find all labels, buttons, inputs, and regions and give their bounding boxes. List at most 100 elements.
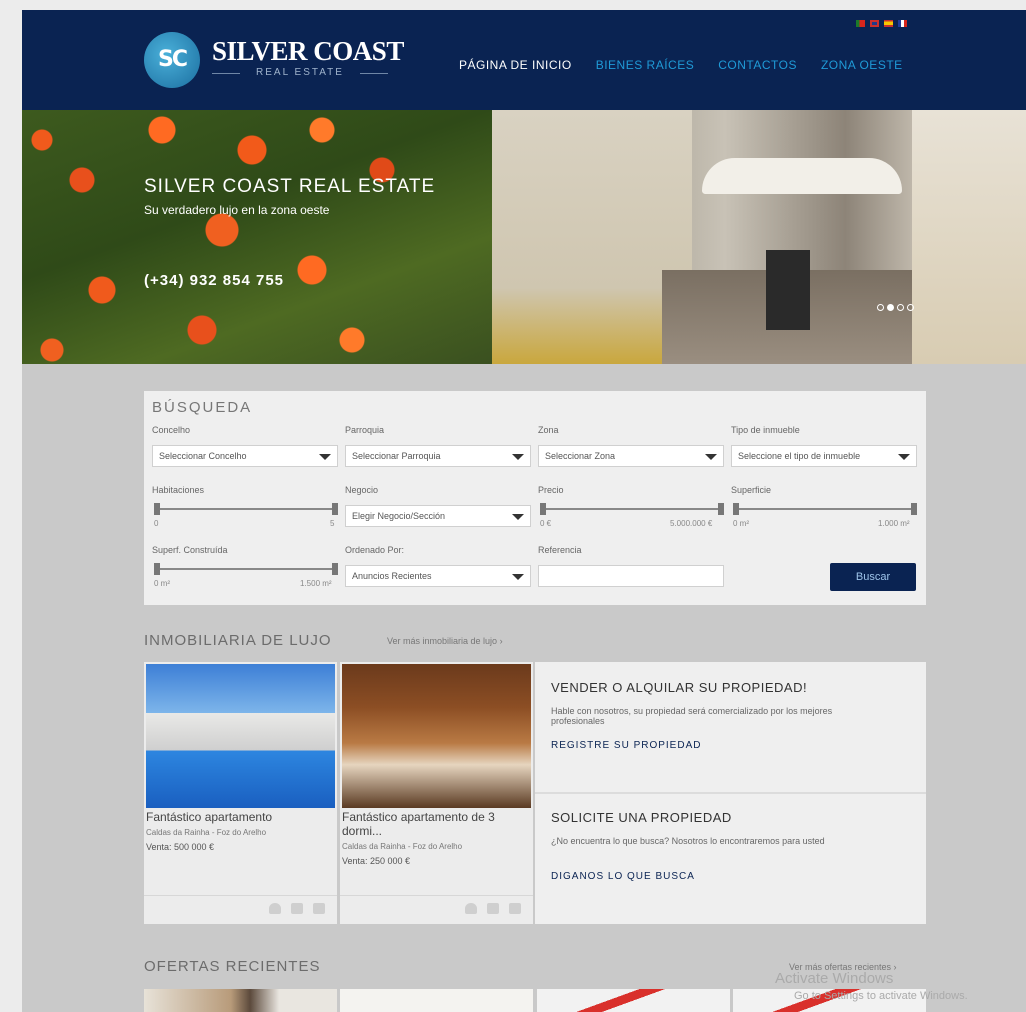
superficie-min: 0 m² [733,519,749,528]
slider-handle-min[interactable] [540,503,546,515]
spain-flag-icon[interactable] [884,20,893,27]
france-flag-icon[interactable] [898,20,907,27]
slider-dot[interactable] [897,304,904,311]
nav-zona-oeste[interactable]: ZONA OESTE [821,58,903,72]
tipo-select[interactable]: Seleccione el tipo de inmueble [731,445,917,467]
hero-subtitle: Su verdadero lujo en la zona oeste [144,203,330,217]
logo-title[interactable]: SILVER COAST [212,36,404,67]
promo-divider [535,792,926,794]
chevron-down-icon [705,454,717,460]
logo-initials: SC [158,47,188,72]
referencia-input[interactable] [538,565,724,587]
precio-slider[interactable] [540,503,724,517]
superf-construida-slider[interactable] [154,563,338,577]
slider-dot[interactable] [907,304,914,311]
activate-windows-text: Go to Settings to activate Windows. [794,990,968,1002]
recent-property-image[interactable] [340,989,533,1012]
header: SC SILVER COAST REAL ESTATE PÁGINA DE IN… [22,10,1026,110]
slider-dot[interactable] [877,304,884,311]
property-card[interactable]: Fantástico apartamento de 3 dormi... Cal… [340,662,533,924]
slider-handle-min[interactable] [154,563,160,575]
concelho-select[interactable]: Seleccionar Concelho [152,445,338,467]
card-actions [144,895,337,924]
concelho-select-value: Seleccionar Concelho [159,451,247,461]
logo-subtitle: REAL ESTATE [212,67,388,78]
negocio-select[interactable]: Elegir Negocio/Sección [345,505,531,527]
comment-icon[interactable] [313,903,325,914]
slider-handle-max[interactable] [718,503,724,515]
register-property-link[interactable]: REGISTRE SU PROPIEDAD [551,740,701,751]
hero-phone[interactable]: (+34) 932 854 755 [144,272,284,289]
main-nav: PÁGINA DE INICIO BIENES RAÍCES CONTACTOS… [459,58,903,72]
thumb-icon[interactable] [291,903,303,914]
property-title[interactable]: Fantástico apartamento [146,810,332,824]
property-image[interactable] [146,664,335,808]
heart-icon[interactable] [269,903,281,914]
slider-dot-active[interactable] [887,304,894,311]
ordenado-label: Ordenado Por: [345,545,405,555]
property-location: Caldas da Rainha - Foz do Arelho [146,828,267,837]
hero-rightwall-image [912,110,1026,364]
chevron-down-icon [898,454,910,460]
slider-dots [877,304,914,311]
ordenado-select[interactable]: Anuncios Recientes [345,565,531,587]
nav-contactos[interactable]: CONTACTOS [718,58,797,72]
habitaciones-max: 5 [330,519,335,528]
comment-icon[interactable] [509,903,521,914]
page: SC SILVER COAST REAL ESTATE PÁGINA DE IN… [22,10,1026,1012]
uk-flag-icon[interactable] [870,20,879,27]
nav-home[interactable]: PÁGINA DE INICIO [459,58,572,72]
heart-icon[interactable] [465,903,477,914]
sell-text: Hable con nosotros, su propiedad será co… [551,706,833,726]
zona-select[interactable]: Seleccionar Zona [538,445,724,467]
tell-us-link[interactable]: DIGANOS LO QUE BUSCA [551,871,695,882]
promo-panel: VENDER O ALQUILAR SU PROPIEDAD! Hable co… [535,662,926,924]
property-location: Caldas da Rainha - Foz do Arelho [342,842,463,851]
activate-windows-title: Activate Windows [775,970,894,987]
luxury-more-link[interactable]: Ver más inmobiliaria de lujo › [387,636,503,646]
sell-title: VENDER O ALQUILAR SU PROPIEDAD! [551,680,808,695]
property-title[interactable]: Fantástico apartamento de 3 dormi... [342,810,528,838]
property-price: Venta: 500 000 € [146,842,215,852]
precio-label: Precio [538,485,564,495]
tipo-label: Tipo de inmueble [731,425,800,435]
hero-umbrella-image [702,158,902,194]
property-image[interactable] [342,664,531,808]
search-title: BÚSQUEDA [152,399,253,416]
slider-handle-min[interactable] [154,503,160,515]
recent-property-image[interactable] [144,989,337,1012]
superficie-slider[interactable] [733,503,917,517]
hero-slider: SILVER COAST REAL ESTATE Su verdadero lu… [22,110,1026,364]
nav-bienes-raices[interactable]: BIENES RAÍCES [596,58,695,72]
luxury-section-title: INMOBILIARIA DE LUJO [144,632,332,649]
habitaciones-min: 0 [154,519,159,528]
slider-track [154,568,338,570]
search-panel: BÚSQUEDA Concelho Seleccionar Concelho P… [144,391,926,605]
chevron-down-icon [512,514,524,520]
logo-icon[interactable]: SC [144,32,200,88]
language-flags [856,20,907,27]
negocio-label: Negocio [345,485,379,495]
negocio-select-value: Elegir Negocio/Sección [352,511,446,521]
habitaciones-slider[interactable] [154,503,338,517]
search-button[interactable]: Buscar [830,563,916,591]
property-card[interactable]: Fantástico apartamento Caldas da Rainha … [144,662,337,924]
ordenado-select-value: Anuncios Recientes [352,571,432,581]
slider-handle-max[interactable] [332,503,338,515]
tipo-select-value: Seleccione el tipo de inmueble [738,451,861,461]
luxury-more-link-label: Ver más inmobiliaria de lujo [387,636,498,646]
habitaciones-label: Habitaciones [152,485,205,495]
recent-property-image[interactable] [537,989,730,1012]
portugal-flag-icon[interactable] [856,20,865,27]
request-text: ¿No encuentra lo que busca? Nosotros lo … [551,836,825,846]
slider-track [733,508,917,510]
slider-handle-max[interactable] [911,503,917,515]
hero-title: SILVER COAST REAL ESTATE [144,176,436,197]
parroquia-select[interactable]: Seleccionar Parroquia [345,445,531,467]
superf-construida-label: Superf. Construída [152,545,228,555]
slider-handle-max[interactable] [332,563,338,575]
chevron-down-icon [512,454,524,460]
slider-handle-min[interactable] [733,503,739,515]
precio-min: 0 € [540,519,552,528]
thumb-icon[interactable] [487,903,499,914]
